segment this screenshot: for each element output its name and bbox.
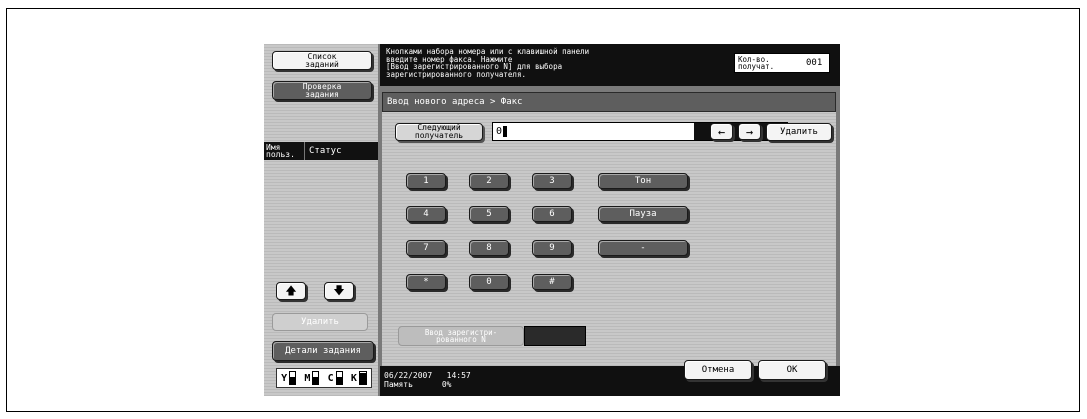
- key-1[interactable]: 1: [406, 173, 446, 189]
- instruction-text: Кнопками набора номера или с клавишной п…: [386, 47, 590, 79]
- cursor-left-button[interactable]: ←: [710, 123, 733, 140]
- key-9[interactable]: 9: [532, 240, 572, 256]
- tone-button[interactable]: Тон: [598, 173, 688, 189]
- datetime: 06/22/2007 14:57 Память 0%: [384, 371, 471, 389]
- toner-indicator: Y M C K: [276, 368, 372, 388]
- registered-number-button[interactable]: Ввод зарегистри- рованного N: [398, 326, 524, 346]
- scroll-down-button[interactable]: 🡇: [324, 282, 354, 300]
- scroll-up-button[interactable]: 🡅: [276, 282, 306, 300]
- registered-number-group: Ввод зарегистри- рованного N: [398, 326, 586, 346]
- delete-button[interactable]: Удалить: [766, 123, 832, 141]
- dash-button[interactable]: -: [598, 240, 688, 256]
- job-list-header: Имя польз. Статус: [264, 142, 378, 160]
- key-0[interactable]: 0: [469, 274, 509, 290]
- toner-y: Y: [281, 371, 297, 385]
- job-list-button[interactable]: Список заданий: [272, 51, 372, 70]
- toner-c: C: [328, 371, 343, 385]
- column-status: Статус: [304, 142, 342, 160]
- key-3[interactable]: 3: [532, 173, 572, 189]
- key-hash[interactable]: #: [532, 274, 572, 290]
- memory-label: Память: [384, 380, 413, 389]
- toner-m: M: [304, 371, 320, 385]
- toner-k-bar: [358, 371, 367, 385]
- next-recipient-button[interactable]: Следующий получатель: [395, 123, 483, 141]
- job-details-button[interactable]: Детали задания: [272, 341, 374, 361]
- key-7[interactable]: 7: [406, 240, 446, 256]
- key-2[interactable]: 2: [469, 173, 509, 189]
- registered-number-field: [524, 326, 586, 346]
- message-area: Кнопками набора номера или с клавишной п…: [380, 44, 840, 86]
- key-4[interactable]: 4: [406, 206, 446, 222]
- key-5[interactable]: 5: [469, 206, 509, 222]
- panel-screen: Список заданий Проверка задания Имя поль…: [264, 44, 840, 396]
- arrow-down-icon: 🡇: [333, 284, 345, 297]
- toner-c-bar: [335, 371, 343, 385]
- arrow-left-icon: ←: [717, 124, 726, 139]
- key-star[interactable]: *: [406, 274, 446, 290]
- date: 06/22/2007: [384, 371, 433, 380]
- left-panel: Список заданий Проверка задания Имя поль…: [264, 44, 378, 396]
- cursor-right-button[interactable]: →: [738, 123, 761, 140]
- recipient-count-value: 001: [806, 58, 823, 68]
- arrow-up-icon: 🡅: [285, 284, 297, 297]
- pause-button[interactable]: Пауза: [598, 206, 688, 222]
- toner-m-bar: [312, 371, 320, 385]
- breadcrumb: Ввод нового адреса > Факс: [382, 92, 836, 112]
- ok-button[interactable]: OK: [758, 360, 826, 380]
- fax-number-field[interactable]: 0: [493, 123, 694, 140]
- toner-k: K: [351, 371, 367, 385]
- memory-value: 0%: [441, 380, 452, 389]
- job-delete-button[interactable]: Удалить: [272, 313, 368, 331]
- recipient-count-label: Кол-во. получат.: [738, 55, 775, 71]
- cancel-button[interactable]: Отмена: [684, 360, 752, 380]
- column-user: Имя польз.: [266, 143, 295, 159]
- arrow-right-icon: →: [745, 124, 754, 139]
- toner-y-bar: [289, 371, 297, 385]
- time: 14:57: [446, 371, 471, 380]
- key-8[interactable]: 8: [469, 240, 509, 256]
- text-cursor: [503, 125, 508, 137]
- key-6[interactable]: 6: [532, 206, 572, 222]
- job-check-button[interactable]: Проверка задания: [272, 81, 372, 100]
- recipient-counter: Кол-во. получат. 001: [734, 53, 830, 73]
